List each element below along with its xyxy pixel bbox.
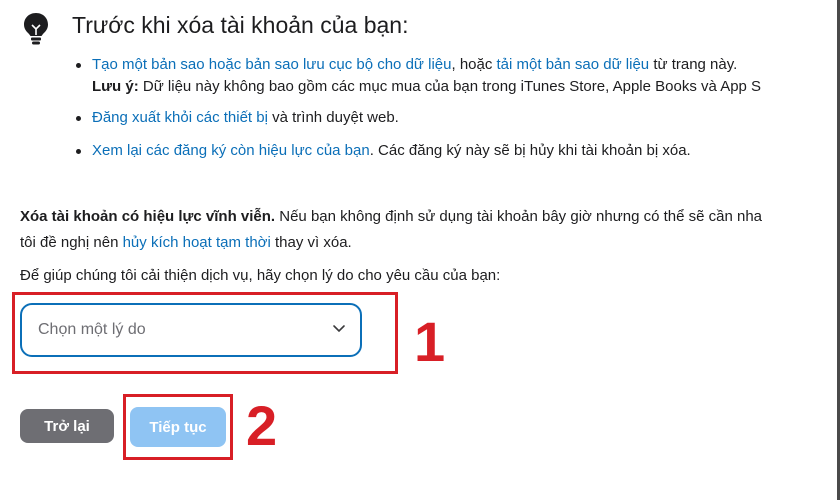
permanent-deletion-notice: Xóa tài khoản có hiệu lực vĩnh viễn. Nếu… [20,204,840,256]
annotation-number-1: 1 [414,310,446,373]
note-text: Dữ liệu này không bao gồm các mục mua củ… [138,78,762,95]
annotation-box-2 [123,394,233,460]
permanent-text-2: tôi đề nghị nên [20,234,123,251]
sign-out-devices-link[interactable]: Đăng xuất khỏi các thiết bị [92,109,268,126]
lightbulb-icon [24,13,48,45]
tip-backup: Tạo một bản sao hoặc bản sao lưu cục bộ … [74,54,840,98]
tip-subscriptions-text: . Các đăng ký này sẽ bị hủy khi tài khoả… [369,142,691,159]
reason-prompt: Để giúp chúng tôi cải thiện dịch vụ, hãy… [20,267,501,284]
permanent-text-3: thay vì xóa. [270,234,352,251]
tip-backup-text-end: từ trang này. [649,56,738,73]
annotation-number-2: 2 [246,394,278,457]
note-label: Lưu ý: [92,78,139,95]
tip-signout: Đăng xuất khỏi các thiết bị và trình duy… [74,107,840,129]
page-title: Trước khi xóa tài khoản của bạn: [72,12,409,38]
permanent-text: Nếu bạn không định sử dụng tài khoản bây… [275,208,763,225]
deactivate-link[interactable]: hủy kích hoạt tạm thời [123,234,271,251]
annotation-box-1 [12,292,398,374]
backup-link[interactable]: Tạo một bản sao hoặc bản sao lưu cục bộ … [92,56,451,73]
permanent-bold: Xóa tài khoản có hiệu lực vĩnh viễn. [20,208,276,225]
tip-signout-text: và trình duyệt web. [267,109,399,126]
review-subscriptions-link[interactable]: Xem lại các đăng ký còn hiệu lực của bạn [92,142,370,159]
tips-list: Tạo một bản sao hoặc bản sao lưu cục bộ … [74,54,840,162]
download-copy-link[interactable]: tải một bản sao dữ liệu [497,56,650,73]
back-button[interactable]: Trở lại [20,409,114,443]
tip-subscriptions: Xem lại các đăng ký còn hiệu lực của bạn… [74,140,840,162]
tip-backup-text: , hoặc [451,56,497,73]
